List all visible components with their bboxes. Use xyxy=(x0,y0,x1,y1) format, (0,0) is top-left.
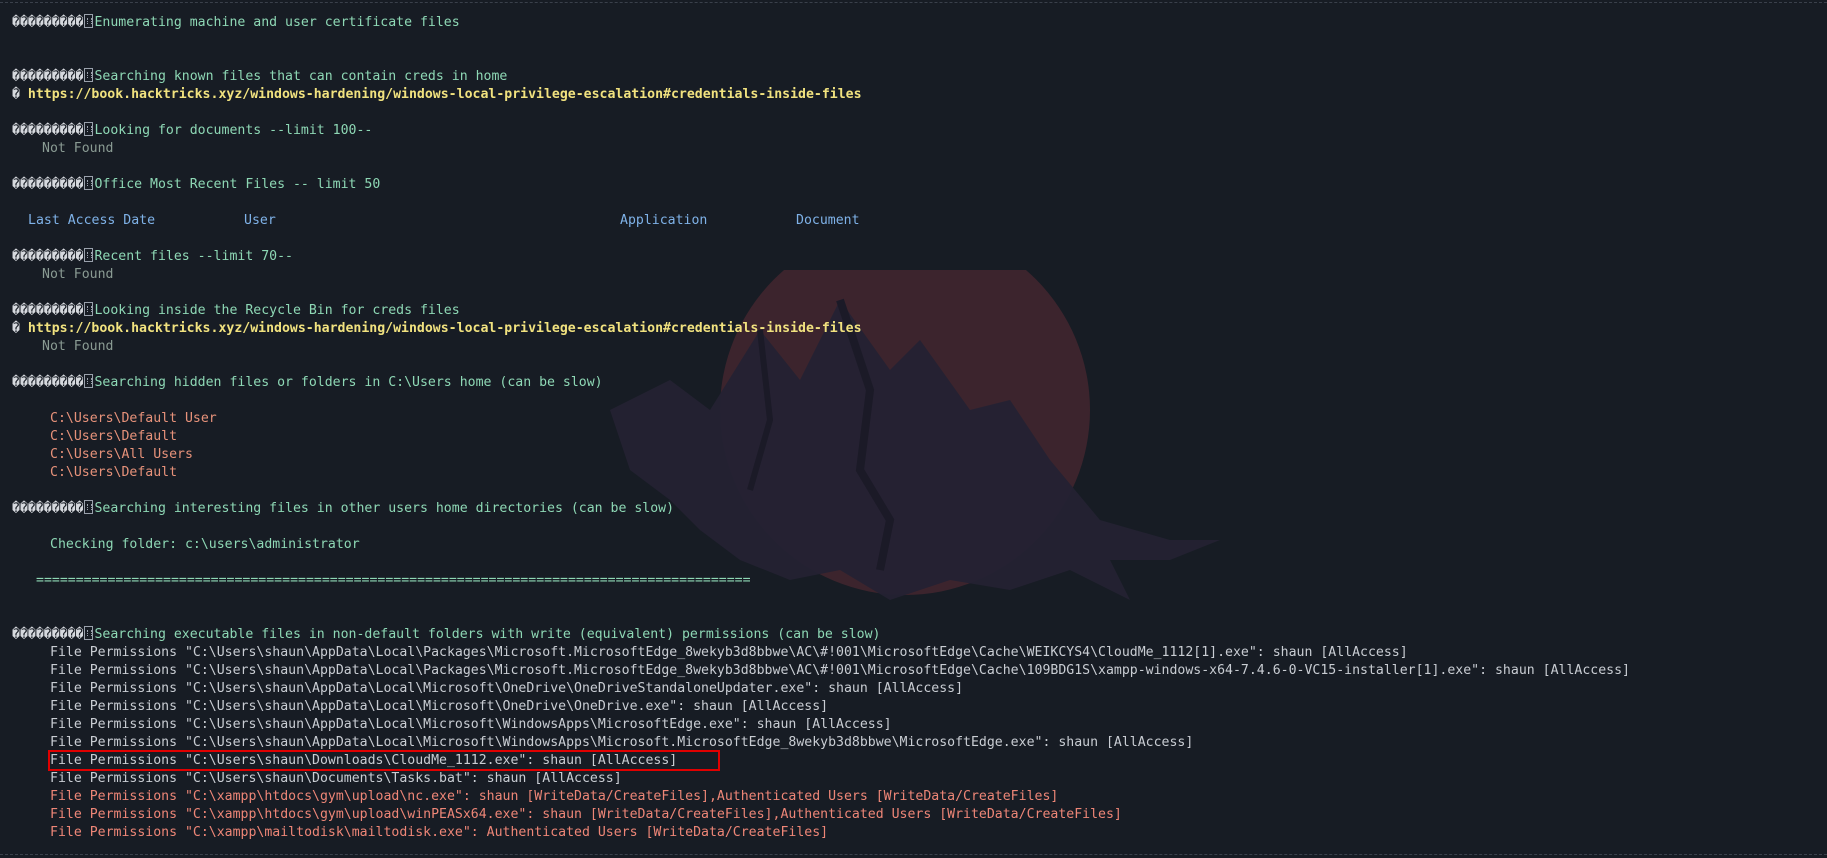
section-other-users: ��������� Searching interesting files in … xyxy=(12,500,675,516)
hidden-path: C:\Users\All Users xyxy=(50,447,193,462)
file-permission-row: File Permissions "C:\Users\shaun\AppData… xyxy=(50,663,1630,678)
not-found-text: Not Found xyxy=(42,339,114,354)
file-permission-row-warn: File Permissions "C:\xampp\htdocs\gym\up… xyxy=(50,789,1059,804)
broken-glyph-icon xyxy=(84,302,94,316)
not-found-text: Not Found xyxy=(42,267,114,282)
broken-glyph-icon xyxy=(84,122,94,136)
broken-glyph-icon: ��������� xyxy=(12,15,84,30)
file-permission-row: File Permissions "C:\Users\shaun\AppData… xyxy=(50,699,829,714)
hidden-path: C:\Users\Default xyxy=(50,429,178,444)
broken-glyph-icon xyxy=(84,374,94,388)
broken-glyph-icon: ��������� xyxy=(12,177,84,192)
file-permission-row: File Permissions "C:\Users\shaun\AppData… xyxy=(50,645,1408,660)
office-header-document: Document xyxy=(796,213,860,228)
section-office-recent: ��������� Office Most Recent Files -- lim… xyxy=(12,176,381,192)
section-creds-in-home: ��������� Searching known files that can … xyxy=(12,68,508,84)
file-permission-row: File Permissions "C:\Users\shaun\AppData… xyxy=(50,681,964,696)
link-icon: � xyxy=(12,321,28,336)
hidden-path: C:\Users\Default User xyxy=(50,411,217,426)
office-header-application: Application xyxy=(620,213,708,228)
link-line: � https://book.hacktricks.xyz/windows-ha… xyxy=(12,86,862,104)
link-line: � https://book.hacktricks.xyz/windows-ha… xyxy=(12,320,862,338)
checking-folder-text: Checking folder: c:\users\administrator xyxy=(50,537,360,552)
broken-glyph-icon xyxy=(84,248,94,262)
broken-glyph-icon: ��������� xyxy=(12,627,84,642)
link-icon: � xyxy=(12,87,28,102)
broken-glyph-icon: ��������� xyxy=(12,69,84,84)
broken-glyph-icon xyxy=(84,68,94,82)
not-found-text: Not Found xyxy=(42,141,114,156)
section-recycle-bin: ��������� Looking inside the Recycle Bin … xyxy=(12,302,460,318)
broken-glyph-icon: ��������� xyxy=(12,303,84,318)
section-certificates: ��������� Enumerating machine and user ce… xyxy=(12,14,460,30)
terminal-top-border xyxy=(0,2,1827,3)
cloudme-highlight-box xyxy=(48,750,720,771)
section-recent-files: ��������� Recent files --limit 70-- xyxy=(12,248,293,264)
hidden-path: C:\Users\Default xyxy=(50,465,178,480)
file-permission-row: File Permissions "C:\Users\shaun\AppData… xyxy=(50,717,892,732)
section-documents: ��������� Looking for documents --limit 1… xyxy=(12,122,373,138)
section-hidden-files: ��������� Searching hidden files or folde… xyxy=(12,374,603,390)
hacktricks-link[interactable]: https://book.hacktricks.xyz/windows-hard… xyxy=(28,87,862,102)
broken-glyph-icon: ��������� xyxy=(12,501,84,516)
broken-glyph-icon xyxy=(84,176,94,190)
separator-line: ========================================… xyxy=(36,573,751,588)
broken-glyph-icon xyxy=(84,626,94,640)
section-executables: ��������� Searching executable files in n… xyxy=(12,626,881,642)
broken-glyph-icon xyxy=(84,500,94,514)
broken-glyph-icon: ��������� xyxy=(12,123,84,138)
hacktricks-link[interactable]: https://book.hacktricks.xyz/windows-hard… xyxy=(28,321,862,336)
broken-glyph-icon: ��������� xyxy=(12,249,84,264)
terminal-bottom-border xyxy=(0,854,1827,855)
file-permission-row-warn: File Permissions "C:\xampp\mailtodisk\ma… xyxy=(50,825,829,840)
office-header-last-access: Last Access Date xyxy=(28,213,156,228)
file-permission-row: File Permissions "C:\Users\shaun\Documen… xyxy=(50,771,622,786)
office-header-user: User xyxy=(244,213,276,228)
broken-glyph-icon: ��������� xyxy=(12,375,84,390)
file-permission-row-warn: File Permissions "C:\xampp\htdocs\gym\up… xyxy=(50,807,1122,822)
broken-glyph-icon xyxy=(84,14,94,28)
